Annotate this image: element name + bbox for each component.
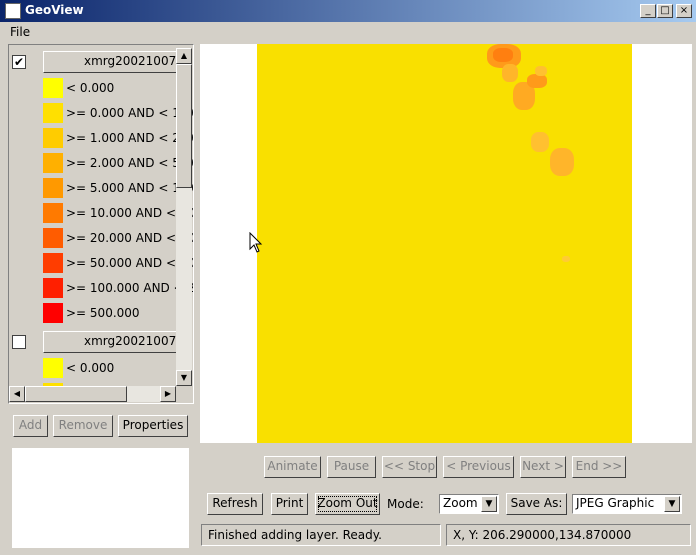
legend-label: < 0.000 bbox=[66, 361, 115, 375]
maximize-button[interactable]: □ bbox=[657, 4, 673, 18]
legend-swatch bbox=[43, 358, 63, 378]
close-button[interactable]: × bbox=[676, 4, 692, 18]
precip-blob bbox=[562, 256, 570, 262]
mode-select-value: Zoom bbox=[443, 496, 478, 510]
legend-label: >= 0.000 AND < 1.00 bbox=[66, 106, 194, 120]
precip-blob bbox=[527, 74, 547, 88]
mouse-cursor-icon bbox=[249, 232, 263, 253]
legend-label: >= 1.000 AND < 2.00 bbox=[66, 131, 194, 145]
window-title: GeoView bbox=[25, 3, 84, 17]
animate-button[interactable]: Animate bbox=[264, 456, 321, 478]
legend-swatch bbox=[43, 78, 63, 98]
menu-file[interactable]: File bbox=[10, 25, 30, 39]
legend-vertical-scrollbar[interactable]: ▲ ▼ bbox=[176, 48, 192, 386]
legend-label: < 0.000 bbox=[66, 81, 115, 95]
layer-info-panel bbox=[12, 448, 189, 548]
precip-blob bbox=[550, 148, 574, 176]
refresh-button[interactable]: Refresh bbox=[207, 493, 263, 515]
legend-label: >= 50.000 AND < 10 bbox=[66, 256, 194, 270]
print-button[interactable]: Print bbox=[271, 493, 308, 515]
legend-swatch bbox=[43, 303, 63, 323]
legend-swatch bbox=[43, 128, 63, 148]
legend-label: >= 5.000 AND < 10.0 bbox=[66, 181, 194, 195]
horizontal-scroll-thumb[interactable] bbox=[25, 386, 127, 402]
title-bar: GeoView _ □ × bbox=[0, 0, 696, 22]
precip-blob bbox=[493, 48, 513, 62]
map-canvas[interactable] bbox=[200, 44, 692, 443]
add-layer-button[interactable]: Add bbox=[13, 415, 48, 437]
coordinate-readout: X, Y: 206.290000,134.870000 bbox=[446, 524, 691, 546]
precip-blob bbox=[531, 132, 549, 152]
legend-label: >= 10.000 AND < 20 bbox=[66, 206, 194, 220]
legend-swatch bbox=[43, 103, 63, 123]
legend-label: >= 100.000 AND < 2 bbox=[66, 281, 194, 295]
stop-button[interactable]: << Stop bbox=[382, 456, 437, 478]
legend-swatch bbox=[43, 253, 63, 273]
scroll-up-button[interactable]: ▲ bbox=[176, 48, 192, 64]
next-button[interactable]: Next > bbox=[520, 456, 566, 478]
legend-swatch bbox=[43, 153, 63, 173]
legend-swatch bbox=[43, 178, 63, 198]
layer-2-button[interactable]: xmrg200210072 bbox=[43, 331, 183, 353]
format-select[interactable]: JPEG Graphic ▼ bbox=[572, 494, 682, 514]
minimize-button[interactable]: _ bbox=[640, 4, 656, 18]
mode-label: Mode: bbox=[387, 497, 424, 511]
zoom-out-button[interactable]: Zoom Out bbox=[315, 493, 380, 515]
scroll-left-button[interactable]: ◀ bbox=[9, 386, 25, 402]
legend-label: >= 20.000 AND < 50 bbox=[66, 231, 194, 245]
legend-swatch bbox=[43, 228, 63, 248]
mode-select[interactable]: Zoom ▼ bbox=[439, 494, 499, 514]
legend-label: >= 2.000 AND < 5.00 bbox=[66, 156, 194, 170]
layer-2-checkbox[interactable] bbox=[12, 335, 26, 349]
layer-1-button[interactable]: xmrg200210072 bbox=[43, 51, 183, 73]
legend-panel: ✔ xmrg200210072 < 0.000 >= 0.000 AND < 1… bbox=[8, 44, 194, 404]
end-button[interactable]: End >> bbox=[572, 456, 626, 478]
scroll-corner bbox=[176, 386, 192, 402]
previous-button[interactable]: < Previous bbox=[443, 456, 514, 478]
legend-swatch bbox=[43, 203, 63, 223]
legend-horizontal-scrollbar[interactable]: ◀ ▶ bbox=[9, 386, 176, 402]
layer-1-checkbox[interactable]: ✔ bbox=[12, 55, 26, 69]
vertical-scroll-thumb[interactable] bbox=[176, 64, 192, 188]
legend-label: >= 500.000 bbox=[66, 306, 140, 320]
legend-swatch bbox=[43, 278, 63, 298]
status-message: Finished adding layer. Ready. bbox=[201, 524, 441, 546]
menu-bar: File bbox=[0, 22, 696, 42]
app-icon bbox=[5, 3, 21, 19]
precip-blob bbox=[502, 64, 518, 82]
remove-layer-button[interactable]: Remove bbox=[53, 415, 113, 437]
properties-button[interactable]: Properties bbox=[118, 415, 188, 437]
chevron-down-icon: ▼ bbox=[481, 496, 497, 512]
scroll-down-button[interactable]: ▼ bbox=[176, 370, 192, 386]
precip-blob bbox=[535, 66, 547, 76]
precip-raster-image bbox=[257, 44, 632, 443]
save-as-button[interactable]: Save As: bbox=[506, 493, 567, 515]
scroll-right-button[interactable]: ▶ bbox=[160, 386, 176, 402]
format-select-value: JPEG Graphic bbox=[576, 496, 655, 510]
pause-button[interactable]: Pause bbox=[327, 456, 376, 478]
chevron-down-icon: ▼ bbox=[664, 496, 680, 512]
